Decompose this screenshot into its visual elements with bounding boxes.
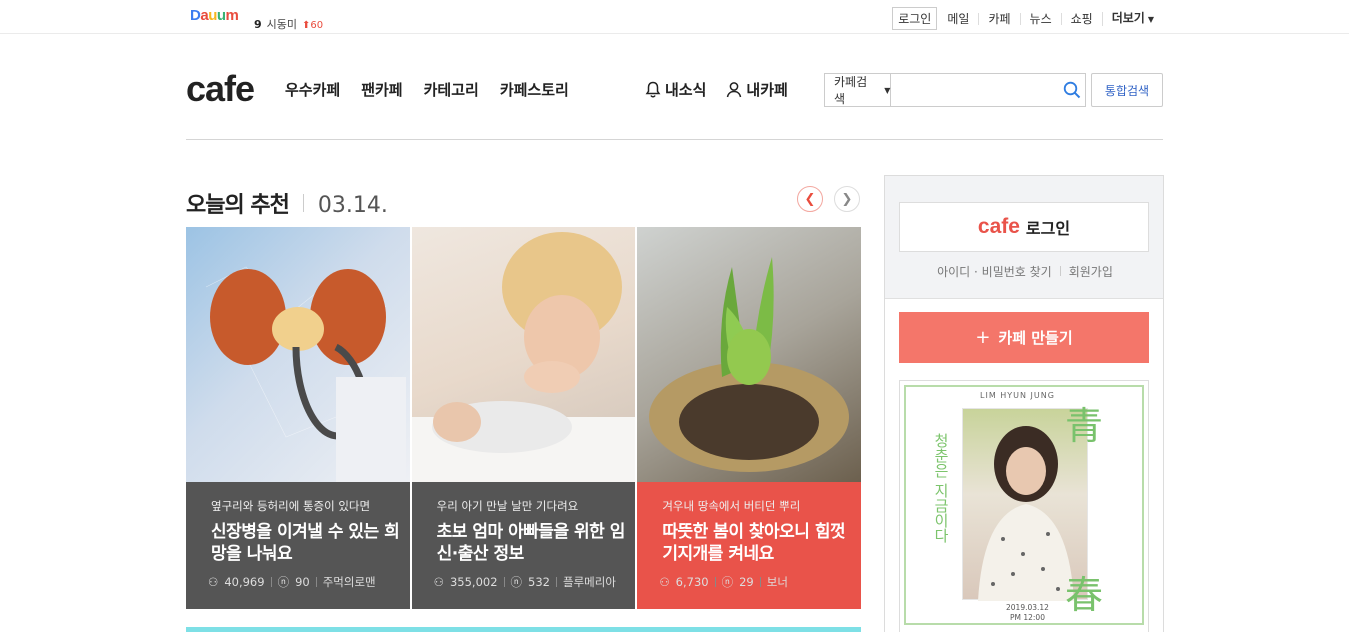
daum-logo[interactable]: Dauum	[190, 7, 239, 24]
login-label: 로그인	[1025, 219, 1071, 238]
title-divider	[302, 194, 304, 212]
recommend-card[interactable]: 겨우내 땅속에서 버티던 뿌리 따뜻한 봄이 찾아오니 힘껏 기지개를 켜네요 …	[637, 227, 862, 609]
ad-release-time: PM 12:00	[1009, 613, 1045, 622]
ad-artist-name: LIM HYUN JUNG	[980, 391, 1055, 400]
card-subtitle: 겨우내 땅속에서 버티던 뿌리	[662, 499, 801, 513]
recommend-cards: 옆구리와 등허리에 통증이 있다면 신장병을 이겨낼 수 있는 희망을 나눠요 …	[186, 227, 862, 609]
post-count: 532	[528, 575, 550, 589]
search-input[interactable]	[891, 74, 1059, 106]
find-id-password-link[interactable]: 아이디 · 비밀번호 찾기	[937, 265, 1052, 279]
caret-down-icon: ▼	[1147, 14, 1154, 24]
card-title[interactable]: 신장병을 이겨낼 수 있는 희망을 나눠요	[211, 521, 401, 565]
nav-item-cafe-story[interactable]: 카페스토리	[500, 79, 569, 100]
ad-release-date: 2019.03.12	[1006, 603, 1049, 612]
chevron-left-icon: ❮	[804, 191, 816, 207]
nav-item-category[interactable]: 카테고리	[424, 79, 479, 100]
cafe-name[interactable]: 보너	[767, 574, 788, 590]
top-nav: 로그인 메일 카페 뉴스 쇼핑 더보기 ▼	[892, 7, 1163, 30]
nav-item-fan-cafe[interactable]: 팬카페	[361, 79, 402, 100]
posts-icon: ⓝ	[721, 575, 734, 589]
top-login-button[interactable]: 로그인	[892, 7, 938, 30]
recommend-card[interactable]: 우리 아기 만날 날만 기다려요 초보 엄마 아빠들을 위한 임신·출산 정보 …	[411, 227, 636, 609]
trend-keyword: 시동미	[266, 18, 298, 31]
top-link-news[interactable]: 뉴스	[1019, 12, 1061, 25]
bell-icon	[645, 81, 661, 98]
section-title: 오늘의 추천 03.14.	[186, 187, 388, 219]
post-count: 90	[295, 575, 310, 589]
album-ad-banner[interactable]: LIM HYUN JUNG 청춘은 지금이다 青 春 2019.03.12 PM…	[899, 380, 1149, 632]
user-util: 내소식 내카페	[645, 79, 788, 100]
today-date: 03.14.	[317, 193, 388, 218]
main-nav: 우수카페 팬카페 카테고리 카페스토리	[285, 79, 569, 100]
posts-icon: ⓝ	[510, 575, 523, 589]
meta-divider	[315, 577, 317, 587]
header: cafe 우수카페 팬카페 카테고리 카페스토리 내소식 내카페 카페검색 ▼ 통…	[186, 34, 1163, 140]
member-count: 6,730	[675, 575, 709, 589]
trend-rank: 9	[254, 18, 262, 31]
make-cafe-button[interactable]: + 카페 만들기	[899, 312, 1149, 363]
meta-divider	[503, 577, 505, 587]
member-count: 40,969	[224, 575, 265, 589]
ad-char-bottom: 春	[1065, 573, 1104, 617]
top-link-cafe[interactable]: 카페	[978, 12, 1019, 25]
post-count: 29	[739, 575, 754, 589]
join-link[interactable]: 회원가입	[1069, 265, 1113, 279]
card-image-bulb	[637, 227, 862, 482]
card-subtitle: 우리 아기 만날 날만 기다려요	[436, 499, 579, 513]
card-meta: ⚇ 6,730 ⓝ 29 보너	[659, 574, 788, 590]
prev-arrow-button[interactable]: ❮	[797, 186, 823, 212]
cafe-logo[interactable]: cafe	[186, 68, 255, 110]
member-count: 355,002	[449, 575, 498, 589]
plus-icon: +	[975, 327, 991, 348]
meta-divider	[556, 577, 557, 587]
card-subtitle: 옆구리와 등허리에 통증이 있다면	[211, 499, 371, 513]
top-more-menu[interactable]: 더보기 ▼	[1101, 11, 1163, 26]
ad-char-top: 青	[1065, 404, 1104, 448]
total-search-button[interactable]: 통합검색	[1091, 73, 1163, 107]
side-panel: cafe 로그인 아이디 · 비밀번호 찾기 회원가입 + 카페 만들기 LIM …	[884, 175, 1164, 632]
today-title: 오늘의 추천	[186, 193, 290, 218]
search-button[interactable]	[1058, 74, 1085, 106]
caret-down-icon: ▼	[884, 85, 891, 95]
meta-divider	[270, 577, 272, 587]
top-link-mail[interactable]: 메일	[947, 13, 978, 25]
card-title[interactable]: 따뜻한 봄이 찾아오니 힘껏 기지개를 켜네요	[662, 521, 852, 565]
cafe-name[interactable]: 플루메리아	[563, 574, 616, 590]
card-image-baby	[411, 227, 636, 482]
next-arrow-button[interactable]: ❯	[834, 186, 860, 212]
card-meta: ⚇ 40,969 ⓝ 90 주먹의로맨	[208, 574, 376, 590]
trending-keyword[interactable]: 9 시동미 ⬆60	[254, 16, 323, 32]
card-meta: ⚇ 355,002 ⓝ 532 플루메리아	[434, 574, 616, 590]
meta-divider	[759, 577, 761, 587]
members-icon: ⚇	[433, 575, 444, 589]
meta-divider	[714, 577, 716, 587]
my-news-link[interactable]: 내소식	[645, 79, 706, 100]
login-button[interactable]: cafe 로그인	[899, 202, 1149, 252]
cafe-name[interactable]: 주먹의로맨	[323, 574, 376, 590]
my-cafe-link[interactable]: 내카페	[726, 79, 788, 100]
top-bar: Dauum 9 시동미 ⬆60 로그인 메일 카페 뉴스 쇼핑 더보기 ▼	[0, 0, 1349, 34]
card-title[interactable]: 초보 엄마 아빠들을 위한 임신·출산 정보	[437, 521, 627, 565]
link-divider	[1059, 266, 1061, 276]
top-link-shopping[interactable]: 쇼핑	[1060, 12, 1102, 25]
members-icon: ⚇	[208, 575, 219, 589]
search-scope-select[interactable]: 카페검색 ▼	[825, 74, 892, 106]
card-image-kidney	[186, 227, 410, 482]
next-banner-strip	[186, 627, 861, 632]
login-links: 아이디 · 비밀번호 찾기 회원가입	[885, 263, 1165, 280]
search-icon	[1063, 81, 1080, 99]
chevron-right-icon: ❯	[841, 191, 853, 207]
members-icon: ⚇	[659, 575, 670, 589]
ad-release-info: 2019.03.12 PM 12:00	[1006, 603, 1049, 623]
posts-icon: ⓝ	[277, 575, 290, 589]
trend-change: ⬆60	[302, 20, 324, 31]
user-icon	[727, 82, 742, 98]
login-cafe-logo: cafe	[977, 215, 1020, 238]
search-box: 카페검색 ▼	[824, 73, 1086, 107]
nav-item-excellent-cafe[interactable]: 우수카페	[285, 79, 340, 100]
recommend-card[interactable]: 옆구리와 등허리에 통증이 있다면 신장병을 이겨낼 수 있는 희망을 나눠요 …	[186, 227, 410, 609]
ad-vertical-text: 청춘은 지금이다	[932, 433, 950, 543]
